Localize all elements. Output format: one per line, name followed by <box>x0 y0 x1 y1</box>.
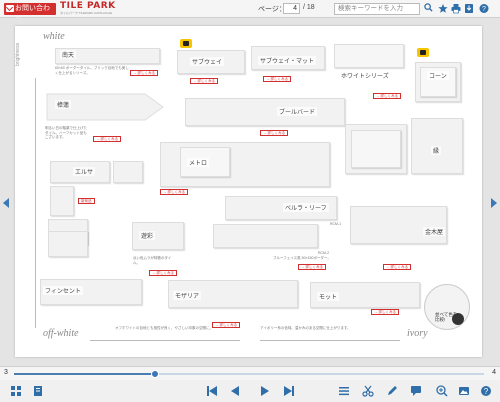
search-icon[interactable] <box>424 3 433 12</box>
video-play-icon-corn[interactable] <box>417 48 429 57</box>
bella-code-b: RCM-2 <box>318 251 330 255</box>
toc-icon[interactable] <box>338 385 350 397</box>
zoom-in-icon[interactable] <box>436 385 448 397</box>
tile-name-yuusai: 遊彩 <box>139 231 156 240</box>
more-link-white-series[interactable]: → 詳しくみる <box>373 93 402 99</box>
desc-bella: ブルーフェイス風 50×150ボーダー。 <box>273 256 331 260</box>
zoom-badge-icon[interactable] <box>452 313 464 325</box>
first-page-icon[interactable] <box>206 385 218 397</box>
page-slider-fill <box>14 373 155 375</box>
tile-name-corn: コーン <box>427 71 449 80</box>
tile-elsa-2 <box>113 161 143 183</box>
more-link-yuusai[interactable]: → 詳しくみる <box>149 270 178 276</box>
tile-kinkaku[interactable] <box>350 206 447 244</box>
tile-name-bella-leaf: ベルラ・リーフ <box>283 203 329 212</box>
top-toolbar: お問い合わせ TILE PARK タイルパーク TILEPARK CATALOG… <box>0 0 500 24</box>
help-icon[interactable]: ? <box>480 385 492 397</box>
svg-text:?: ? <box>482 6 486 13</box>
gallery-icon[interactable] <box>458 385 470 397</box>
bella-code-a: RCM-1 <box>330 222 342 226</box>
desc-yuusai: 淡い色ムラが特徴のタイル。 <box>133 256 172 265</box>
bookmark-star-icon[interactable] <box>438 3 448 14</box>
page-slider-bar: 3 4 <box>0 366 500 380</box>
tile-name-white-series: ホワイトシリーズ <box>339 71 391 80</box>
page-number-input[interactable]: 4 <box>283 3 300 14</box>
page-total: / 18 <box>303 4 315 11</box>
more-link-mot[interactable]: → 詳しくみる <box>371 309 400 315</box>
download-icon[interactable] <box>464 3 474 14</box>
print-icon[interactable] <box>451 3 461 14</box>
more-link-subway-matte[interactable]: → 詳しくみる <box>263 76 292 82</box>
tile-name-metro: メトロ <box>187 158 210 167</box>
tile-name-boulevard: ブールバード <box>277 107 318 116</box>
tile-name-subway: サブウェイ <box>190 57 225 66</box>
catalog-page: white off-white ivory brightness 南天 60×6… <box>15 26 482 357</box>
more-link-subway[interactable]: → 詳しくみる <box>190 78 219 84</box>
video-play-icon[interactable] <box>180 39 192 48</box>
desc-ivory: アイボリー系の色味。温かみのある空間に仕上がります。 <box>260 326 351 330</box>
slider-left-page: 3 <box>4 369 8 376</box>
tile-name-nanten: 南天 <box>60 50 77 59</box>
offwhite-scale-line <box>90 340 240 341</box>
contact-button[interactable]: お問い合わせ <box>4 3 56 24</box>
ivory-scale-line <box>260 340 400 341</box>
tile-name-subway-matte: サブウェイ・マット <box>258 56 317 65</box>
tile-park-logo[interactable]: TILE PARK タイルパーク TILEPARK CATALOGUE <box>60 2 116 16</box>
pen-icon[interactable] <box>386 385 398 397</box>
desc-kiyomu: 明るい白の釉薬で仕上げたタイル。ハーフカット品もございます。 <box>45 126 87 139</box>
tile-en-inner <box>351 130 401 168</box>
cut-icon[interactable] <box>362 385 374 397</box>
svg-text:?: ? <box>484 387 489 396</box>
next-page-icon[interactable] <box>259 385 271 397</box>
tile-boulevard[interactable] <box>185 98 345 126</box>
compare-badge[interactable]: 並べて色を比較! <box>424 284 470 330</box>
more-link-nanten[interactable]: → 詳しくみる <box>130 70 159 76</box>
bookmarks-icon[interactable] <box>32 385 44 397</box>
page-slider-thumb[interactable] <box>151 370 159 378</box>
next-page-arrow-icon[interactable] <box>491 198 497 208</box>
prev-page-icon[interactable] <box>229 385 241 397</box>
tile-elsa-swatch <box>50 186 74 216</box>
white-label: white <box>43 31 65 42</box>
tile-elsa-2p <box>48 231 88 257</box>
prev-page-arrow-icon[interactable] <box>3 198 9 208</box>
tile-name-vincent: フィンセント <box>43 286 83 295</box>
comment-icon[interactable] <box>410 385 422 397</box>
help-circle-icon[interactable]: ? <box>479 3 489 14</box>
slider-right-page: 4 <box>492 369 496 376</box>
thumbnails-icon[interactable] <box>10 385 22 397</box>
tile-white-series[interactable] <box>334 44 404 68</box>
new-badge: 新商品 <box>78 198 95 204</box>
logo-subtitle: タイルパーク TILEPARK CATALOGUE <box>60 11 113 15</box>
more-link-metro[interactable]: → 詳しくみる <box>160 189 189 195</box>
last-page-icon[interactable] <box>283 385 295 397</box>
off-white-label: off-white <box>43 328 79 339</box>
more-link-bella[interactable]: → 詳しくみる <box>298 264 327 270</box>
brightness-label: brightness <box>15 42 21 66</box>
tile-bella-leaf-2 <box>213 224 318 248</box>
desc-nanten: 60×60 ボーダータイル。ブリック目地でも美しく仕上がるシリーズ。 <box>55 66 129 75</box>
desc-offwhite: オフホワイトの目地とも相性が良く、やさしい印象の空間に。 <box>115 326 213 330</box>
more-link-kinkaku[interactable]: → 詳しくみる <box>383 264 412 270</box>
tile-name-mozaria: モザリア <box>173 291 202 300</box>
brightness-scale-line <box>35 78 36 328</box>
page-slider-track[interactable] <box>14 370 484 378</box>
mail-icon <box>6 5 14 12</box>
bottom-toolbar: ? <box>0 380 500 402</box>
tile-name-kiyomu: 樟蓮 <box>55 100 72 109</box>
ivory-label: ivory <box>407 328 428 339</box>
tile-name-en-label: 縁 <box>431 146 442 155</box>
tile-name-elsa: エルサ <box>73 167 96 176</box>
search-input[interactable]: 検索キーワードを入力 <box>334 3 420 15</box>
logo-text: TILE PARK <box>60 1 116 11</box>
page-label: ページ： <box>258 6 286 13</box>
tile-name-kinkaku: 金木屋 <box>423 227 446 236</box>
more-link-boulevard[interactable]: → 詳しくみる <box>260 130 289 136</box>
tile-name-mot: モット <box>317 292 340 301</box>
more-link-kiyomu[interactable]: → 詳しくみる <box>93 136 122 142</box>
